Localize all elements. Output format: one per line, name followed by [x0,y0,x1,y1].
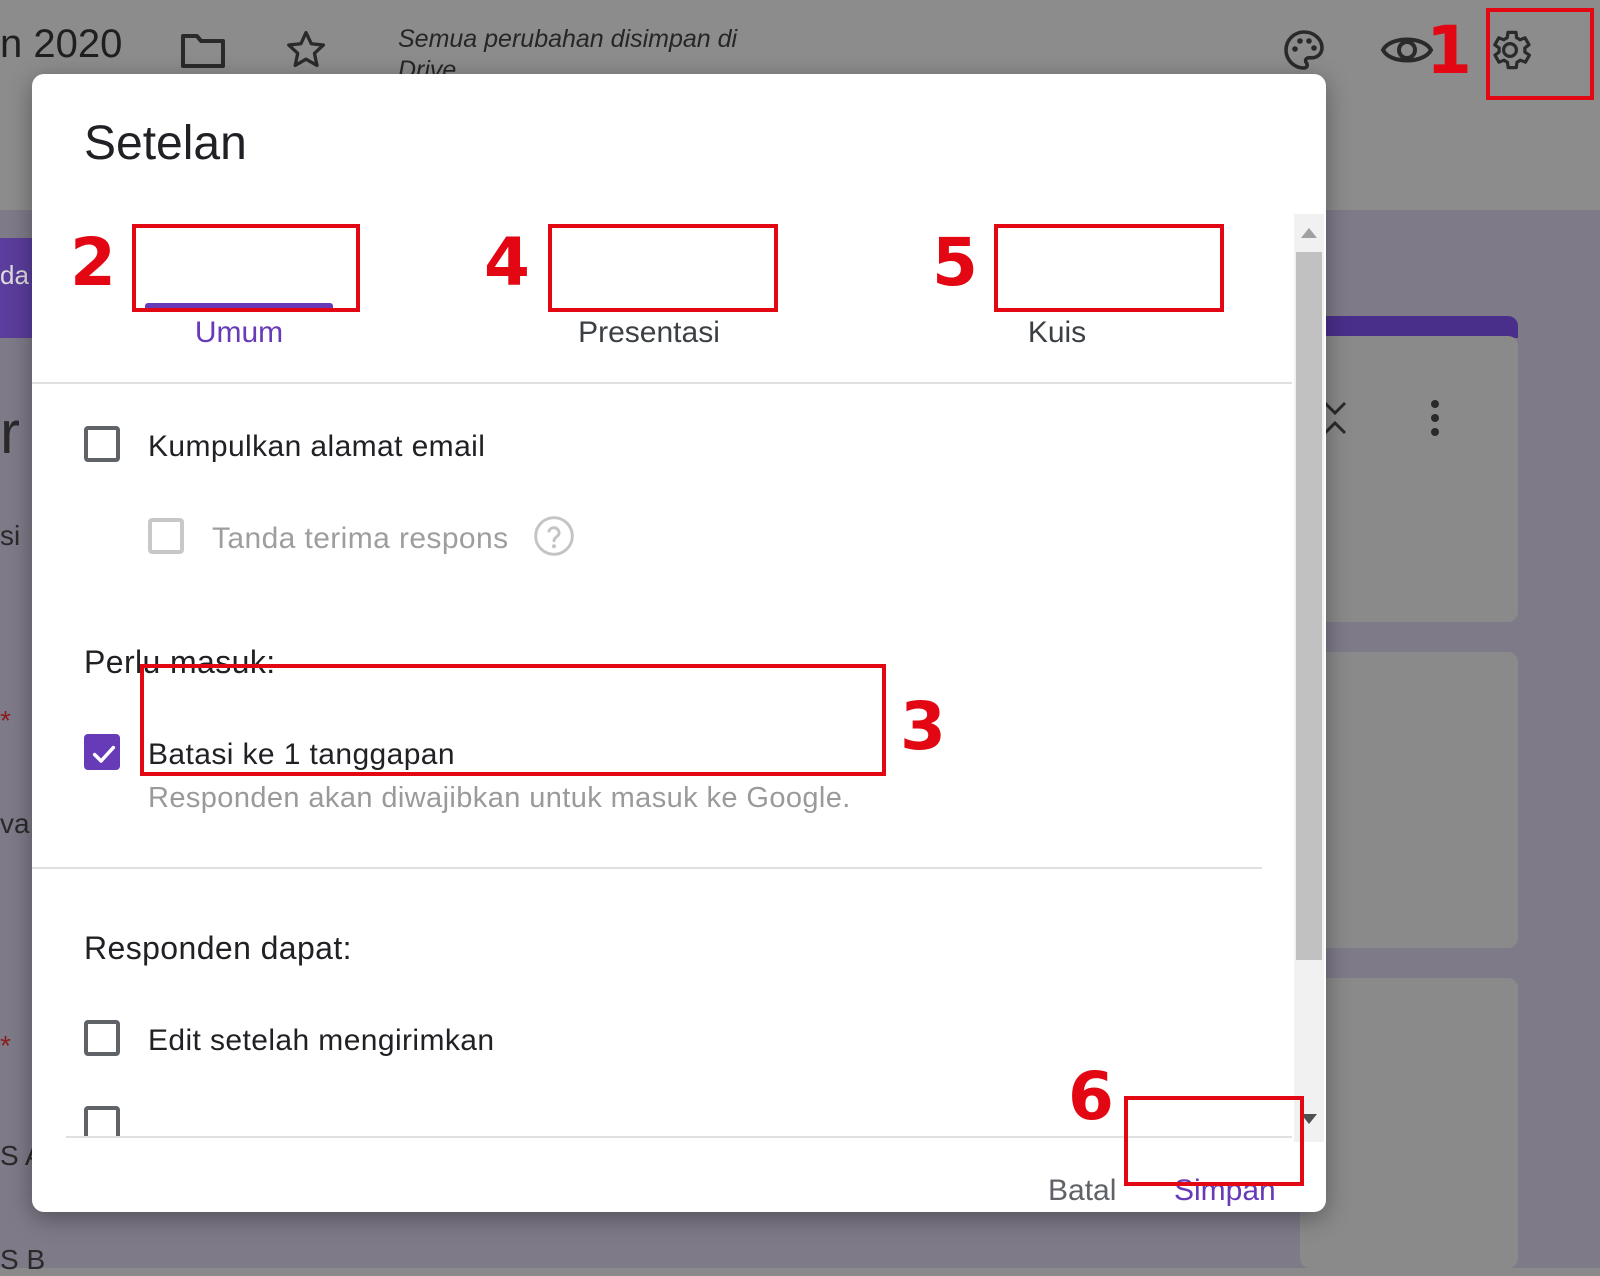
background-card [1300,652,1518,948]
form-title[interactable]: n 2020 [0,22,122,67]
annotation-number: 1 [1426,12,1472,89]
background-text: va [0,808,30,839]
limit-one-response-checkbox[interactable] [84,734,120,770]
cancel-button[interactable]: Batal [1048,1174,1116,1208]
edit-after-submit-label: Edit setelah mengirimkan [148,1024,495,1057]
help-icon[interactable] [532,514,576,558]
background-tab: da [0,238,34,338]
check-icon [92,745,116,763]
star-icon[interactable] [284,28,328,72]
background-card [1300,978,1518,1268]
limit-one-response-description: Responden akan diwajibkan untuk masuk ke… [148,782,851,814]
annotation-number: 4 [484,224,530,301]
dialog-title: Setelan [84,117,247,170]
annotation-box-general-tab [132,224,360,312]
annotation-number: 3 [900,688,946,765]
edit-after-submit-checkbox[interactable] [84,1020,120,1056]
tab-quiz[interactable]: Kuis [987,316,1127,350]
background-text: r [0,399,20,466]
palette-icon[interactable] [1280,26,1328,74]
background-text: S B [0,1244,46,1275]
folder-icon[interactable] [180,30,226,70]
background-text: * [0,705,11,736]
annotation-box-save-button [1124,1096,1304,1186]
scrollbar-thumb[interactable] [1296,252,1322,960]
annotation-box-limit-response [140,664,886,776]
tab-general[interactable]: Umum [145,316,333,350]
footer-divider [66,1136,1292,1138]
tab-presentation[interactable]: Presentasi [544,316,754,350]
annotation-number: 2 [70,224,116,301]
next-option-checkbox[interactable] [84,1106,120,1136]
response-receipt-label: Tanda terima respons [212,522,509,555]
background-card [1300,336,1518,622]
background-text: si [0,520,21,551]
response-receipt-checkbox[interactable] [148,518,184,554]
annotation-number: 5 [932,224,978,301]
collect-email-label: Kumpulkan alamat email [148,430,486,463]
respondents-can-heading: Responden dapat: [84,930,352,966]
background-text: * [0,1030,11,1061]
save-status: Semua perubahan disimpan di Drive [398,25,738,78]
scroll-up-arrow-icon[interactable] [1301,228,1317,238]
collect-email-checkbox[interactable] [84,426,120,462]
background-card-accent [1300,316,1518,338]
annotation-box-presentation-tab [548,224,778,312]
annotation-number: 6 [1068,1058,1114,1135]
section-divider [32,867,1262,869]
annotation-box-settings [1486,8,1594,100]
more-vert-icon[interactable] [1428,398,1442,438]
scrollbar[interactable] [1294,214,1324,1142]
annotation-box-quiz-tab [994,224,1224,312]
